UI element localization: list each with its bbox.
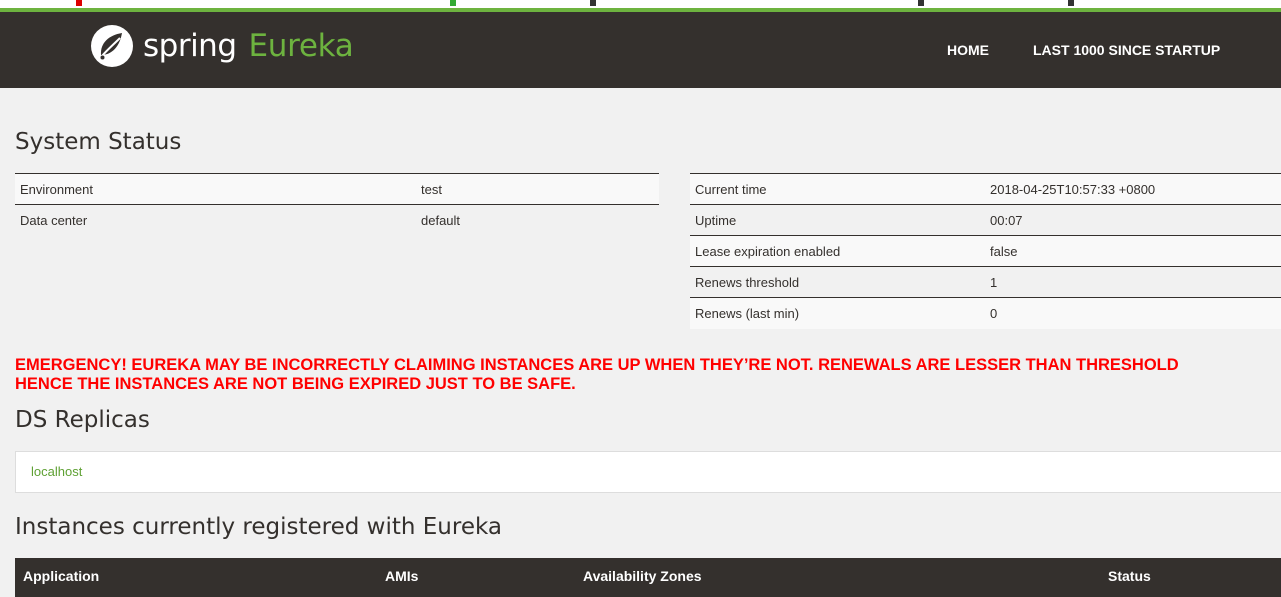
table-row: Renews (last min) 0 xyxy=(690,297,1281,329)
brand-product: Eureka xyxy=(248,28,354,64)
table-row: Renews threshold 1 xyxy=(690,266,1281,298)
brand[interactable]: spring Eureka xyxy=(89,21,354,71)
table-row: Data center default xyxy=(15,204,659,236)
table-row: Environment test xyxy=(15,173,659,205)
nav-home-link[interactable]: HOME xyxy=(947,42,989,58)
row-value: 0 xyxy=(985,297,1281,329)
replicas-list: localhost xyxy=(15,451,1281,493)
table-row: Current time 2018-04-25T10:57:33 +0800 xyxy=(690,173,1281,205)
system-status-title: System Status xyxy=(15,129,182,155)
column-header-availability-zones: Availability Zones xyxy=(583,568,702,584)
browser-top-strip xyxy=(0,0,1281,12)
row-value: 1 xyxy=(985,266,1281,298)
spring-leaf-icon xyxy=(91,25,133,67)
brand-word: spring xyxy=(143,28,237,64)
row-value: default xyxy=(416,204,659,236)
nav-last-1000-link[interactable]: LAST 1000 SINCE STARTUP xyxy=(1033,42,1220,58)
emergency-line-1: EMERGENCY! EUREKA MAY BE INCORRECTLY CLA… xyxy=(15,356,1179,374)
strip-fragment xyxy=(918,0,924,6)
column-header-amis: AMIs xyxy=(385,568,419,584)
row-value: false xyxy=(985,235,1281,267)
system-status-right-table: Current time 2018-04-25T10:57:33 +0800 U… xyxy=(690,173,1281,329)
emergency-warning: EMERGENCY! EUREKA MAY BE INCORRECTLY CLA… xyxy=(15,356,1281,394)
row-value: test xyxy=(416,173,659,205)
emergency-line-2: HENCE THE INSTANCES ARE NOT BEING EXPIRE… xyxy=(15,375,576,393)
strip-fragment xyxy=(76,0,82,6)
row-value: 2018-04-25T10:57:33 +0800 xyxy=(985,173,1281,205)
row-key: Data center xyxy=(15,204,416,236)
strip-fragment xyxy=(590,0,596,6)
replica-link-localhost[interactable]: localhost xyxy=(31,464,82,479)
strip-fragment xyxy=(450,0,456,6)
row-key: Environment xyxy=(15,173,416,205)
column-header-status: Status xyxy=(1108,568,1151,584)
strip-fragment xyxy=(1068,0,1074,6)
table-row: Lease expiration enabled false xyxy=(690,235,1281,267)
table-row: Uptime 00:07 xyxy=(690,204,1281,236)
row-key: Renews threshold xyxy=(690,266,985,298)
navbar: spring Eureka HOME LAST 1000 SINCE START… xyxy=(0,12,1281,88)
row-key: Lease expiration enabled xyxy=(690,235,985,267)
system-status-left-table: Environment test Data center default xyxy=(15,173,659,236)
instances-title: Instances currently registered with Eure… xyxy=(15,514,502,540)
row-key: Uptime xyxy=(690,204,985,236)
ds-replicas-title: DS Replicas xyxy=(15,407,150,433)
row-value: 00:07 xyxy=(985,204,1281,236)
row-key: Renews (last min) xyxy=(690,297,985,329)
column-header-application: Application xyxy=(23,568,100,584)
row-key: Current time xyxy=(690,173,985,205)
instances-table-header: Application AMIs Availability Zones Stat… xyxy=(15,558,1281,597)
